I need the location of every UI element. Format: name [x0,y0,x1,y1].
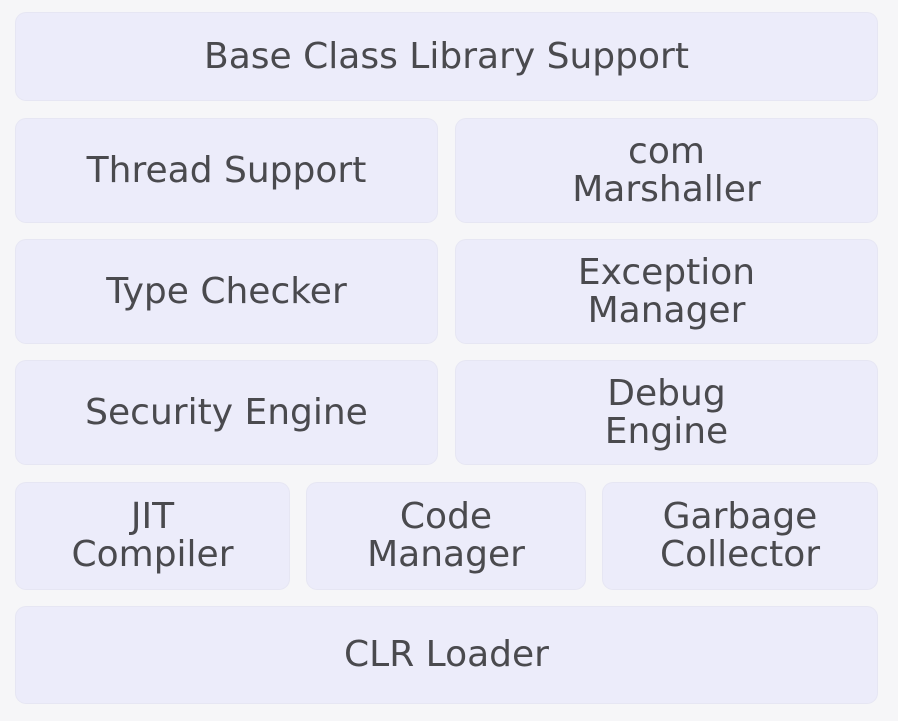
exception-manager-label: Exception Manager [577,251,756,331]
thread-support-box: Thread Support [16,119,437,222]
base-class-library-label: Base Class Library Support [204,35,689,77]
type-checker-label: Type Checker [106,270,347,312]
garbage-collector-box: Garbage Collector [603,483,877,589]
jit-compiler-box: JIT Compiler [16,483,289,589]
type-checker-box: Type Checker [16,240,437,343]
garbage-collector-label: Garbage Collector [659,496,821,575]
com-marshaller-label: com Marshaller [572,130,761,210]
code-manager-label: Code Manager [367,496,525,575]
clr-loader-box: CLR Loader [16,607,877,703]
base-class-library-box: Base Class Library Support [16,13,877,100]
exception-manager-box: Exception Manager [456,240,877,343]
debug-engine-box: Debug Engine [456,361,877,464]
com-marshaller-box: com Marshaller [456,119,877,222]
security-engine-box: Security Engine [16,361,437,464]
clr-loader-label: CLR Loader [344,634,549,675]
thread-support-label: Thread Support [86,149,367,191]
security-engine-label: Security Engine [85,391,368,433]
debug-engine-label: Debug Engine [604,372,729,452]
jit-compiler-label: JIT Compiler [71,496,234,575]
code-manager-box: Code Manager [307,483,585,589]
clr-architecture-diagram: Base Class Library Support Thread Suppor… [0,0,898,721]
